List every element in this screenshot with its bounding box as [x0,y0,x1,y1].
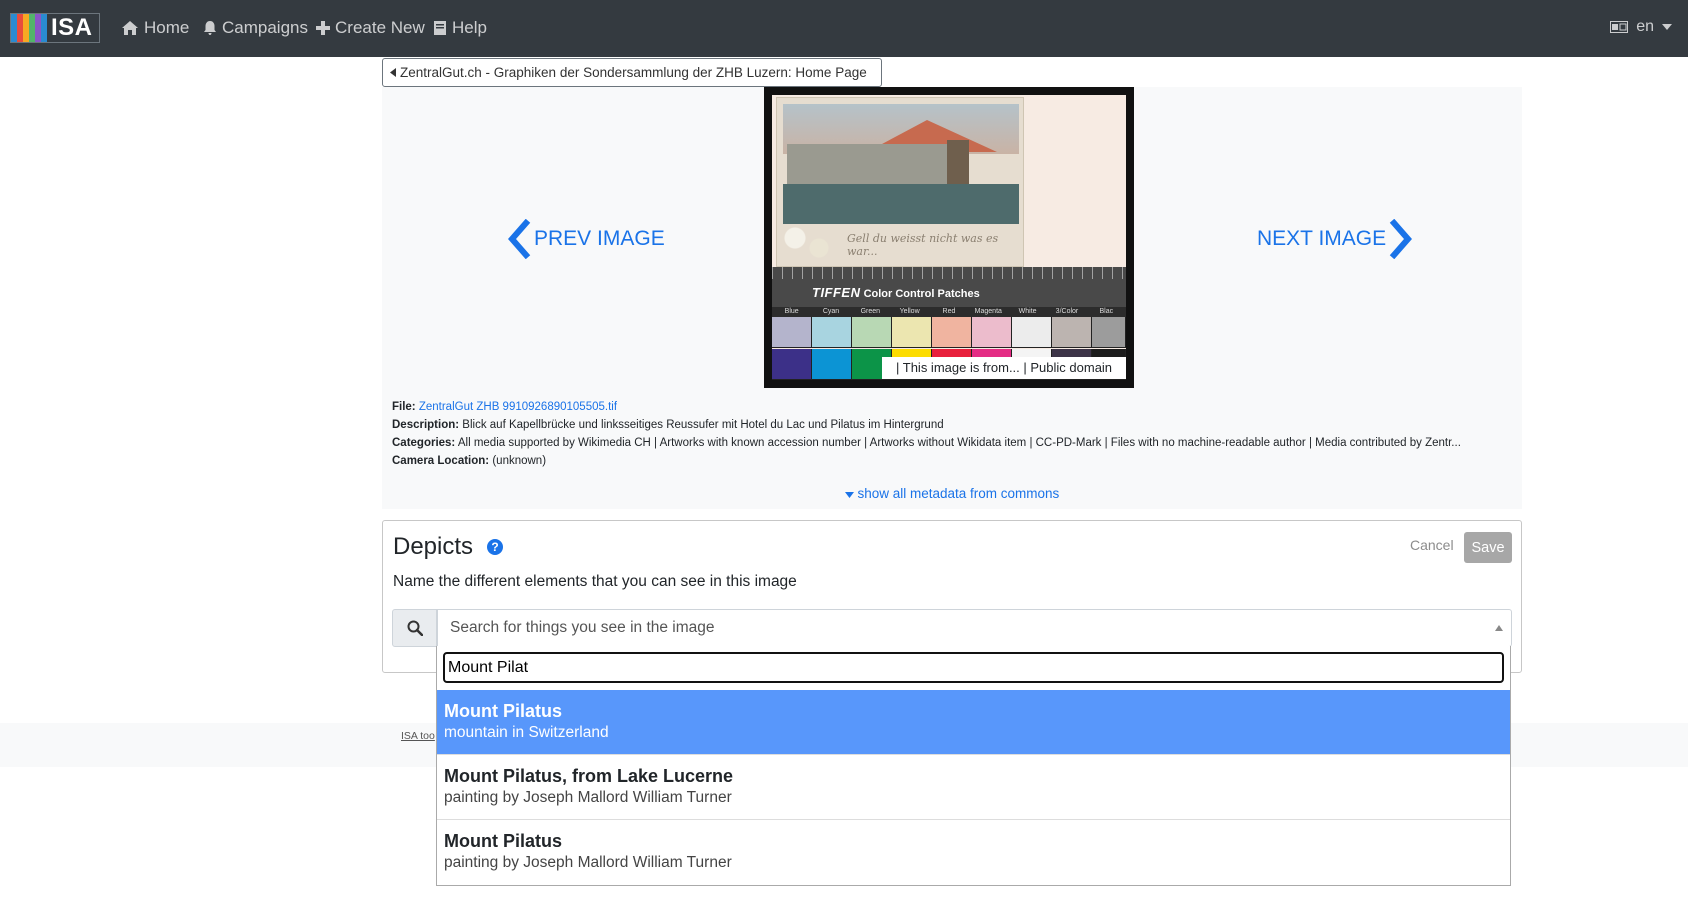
nav-campaigns[interactable]: Campaigns [203,18,308,38]
top-navbar: ISA Home Campaigns Create New Help en [0,0,1688,57]
plus-icon [316,21,330,35]
show-all-metadata-label: show all metadata from commons [857,486,1060,501]
color-ruler: TIFFEN Color Control Patches [772,267,1126,307]
logo-mark-icon [11,14,47,42]
image-viewer-panel: PREV IMAGE Gell du weisst nicht was es w… [382,87,1522,509]
result-description: mountain in Switzerland [444,724,609,741]
nav-help-label: Help [452,18,487,37]
nav-campaigns-label: Campaigns [222,18,308,37]
meta-file: File: ZentralGut ZHB 9910926890105505.ti… [392,401,618,413]
patch-labels: Blue Cyan Green Yellow Red Magenta White… [772,307,1126,317]
meta-categories: Categories: All media supported by Wikim… [392,437,1461,449]
next-image-label: NEXT IMAGE [1257,227,1387,250]
search-icon [407,620,423,636]
meta-camera-location: Camera Location: (unknown) [392,455,547,467]
search-addon [392,609,437,647]
nav-home-label: Home [144,18,190,37]
chevron-left-icon [508,219,531,259]
cancel-button[interactable]: Cancel [1410,537,1454,553]
footer-link[interactable]: ISA too [401,730,435,742]
nav-create-new[interactable]: Create New [316,18,425,38]
meta-description: Description: Blick auf Kapellbrücke und … [392,419,944,431]
translate-icon [1610,21,1629,33]
campaign-breadcrumb-button[interactable]: ZentralGut.ch - Graphiken der Sondersamm… [382,58,882,87]
result-description: painting by Joseph Mallord William Turne… [444,854,732,871]
language-label: en [1636,18,1654,35]
isa-logo[interactable]: ISA [10,13,100,43]
result-item[interactable]: Mount Pilatus painting by Joseph Mallord… [437,820,1510,885]
logo-text: ISA [51,14,93,41]
result-item[interactable]: Mount Pilatus mountain in Switzerland [437,690,1510,755]
show-all-metadata-link[interactable]: show all metadata from commons [382,486,1522,501]
dropdown-search-input[interactable] [443,652,1504,683]
caret-up-icon [1495,625,1503,631]
depicts-title: Depicts [393,533,474,560]
breadcrumb-label: ZentralGut.ch - Graphiken der Sondersamm… [400,65,867,80]
nav-help[interactable]: Help [433,18,487,38]
result-name: Mount Pilatus [444,701,562,721]
help-icon[interactable]: ? [487,539,504,555]
caret-down-icon [1662,24,1672,30]
save-button[interactable]: Save [1464,532,1512,563]
result-name: Mount Pilatus [444,831,562,851]
depicts-dropdown: Mount Pilatus mountain in Switzerland Mo… [436,646,1511,886]
prev-image-button[interactable]: PREV IMAGE [506,219,665,259]
chevron-right-icon [1389,219,1413,259]
bell-icon [204,21,216,35]
nav-home[interactable]: Home [121,18,189,38]
book-icon [434,21,446,35]
prev-image-label: PREV IMAGE [534,227,665,250]
tiffen-chart-name: Color Control Patches [863,288,980,300]
result-description: painting by Joseph Mallord William Turne… [444,789,732,806]
postcard: Gell du weisst nicht was es war... [776,97,1024,268]
result-name: Mount Pilatus, from Lake Lucerne [444,766,734,786]
depicts-select[interactable]: Search for things you see in the image [437,609,1512,647]
tiffen-brand: TIFFEN [812,285,861,300]
home-icon [122,21,138,35]
result-item[interactable]: Mount Pilatus, from Lake Lucerne paintin… [437,755,1510,820]
image-attribution[interactable]: | This image is from... | Public domain [882,357,1127,379]
caret-down-icon [844,492,854,498]
next-image-button[interactable]: NEXT IMAGE [1257,219,1414,259]
file-link[interactable]: ZentralGut ZHB 9910926890105505.tif [419,401,617,413]
depicts-instructions: Name the different elements that you can… [393,573,797,590]
nav-create-new-label: Create New [335,18,425,37]
depicts-select-placeholder: Search for things you see in the image [450,619,715,636]
language-selector[interactable]: en [1610,18,1672,36]
image-frame[interactable]: Gell du weisst nicht was es war... TIFFE… [764,87,1134,388]
caret-left-icon [390,68,396,77]
postcard-photo[interactable]: Gell du weisst nicht was es war... TIFFE… [772,95,1126,380]
depicts-heading: Depicts ? [393,533,504,561]
